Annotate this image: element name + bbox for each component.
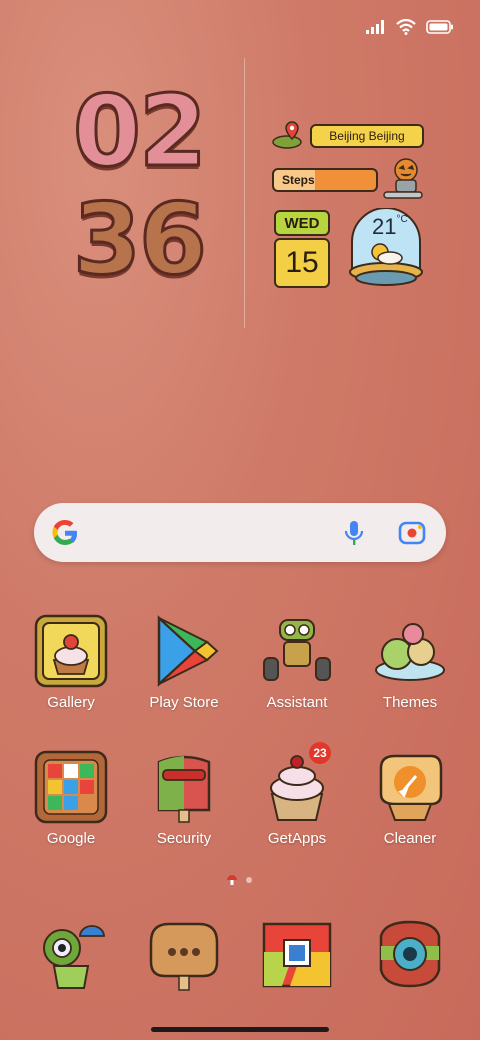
- steps-label: Steps: [282, 173, 315, 187]
- steps-bar[interactable]: Steps: [272, 168, 378, 192]
- app-assistant[interactable]: Assistant: [245, 612, 349, 711]
- google-icon: [52, 519, 78, 545]
- messages-icon[interactable]: [145, 916, 223, 994]
- app-label: GetApps: [267, 830, 327, 847]
- lens-icon[interactable]: [398, 520, 426, 546]
- app-label: Cleaner: [383, 830, 437, 847]
- camera-icon[interactable]: [371, 916, 449, 994]
- app-label: Themes: [382, 694, 438, 711]
- signal-icon: [366, 20, 384, 34]
- temperature-unit: °C: [396, 214, 408, 225]
- weekday-label: WED: [274, 210, 330, 236]
- app-cleaner[interactable]: Cleaner: [358, 748, 462, 847]
- date-label: 15: [274, 238, 330, 288]
- clock-widget[interactable]: 0 2 3 6: [71, 75, 208, 298]
- play-store-icon: [157, 615, 219, 687]
- app-label: Google: [46, 830, 96, 847]
- assistant-robot-icon: [263, 619, 331, 681]
- ice-cream-bowl-icon: [375, 623, 445, 681]
- app-label: Gallery: [47, 694, 95, 711]
- wifi-icon: [396, 19, 416, 35]
- app-label: Security: [156, 830, 212, 847]
- mushroom-page-icon: [227, 875, 237, 885]
- notification-badge: 23: [309, 742, 331, 764]
- chrome-icon[interactable]: [258, 916, 336, 994]
- app-label: Play Store: [149, 694, 219, 711]
- widget-divider: [244, 58, 245, 328]
- app-label: Assistant: [266, 694, 328, 711]
- phone-icon[interactable]: [32, 916, 110, 994]
- clock-hour-digit-1: 0: [71, 75, 142, 189]
- page-dot: [246, 877, 252, 883]
- app-security[interactable]: Security: [132, 748, 236, 847]
- app-google[interactable]: Google: [19, 748, 123, 847]
- app-themes[interactable]: Themes: [358, 612, 462, 711]
- clock-hour-digit-2: 2: [137, 75, 208, 189]
- google-folder-icon: [34, 750, 108, 824]
- temperature-value: 21: [372, 214, 397, 239]
- gallery-icon: [34, 614, 108, 688]
- location-pin-icon: [272, 121, 302, 149]
- location-label[interactable]: Beijing Beijing: [310, 124, 424, 148]
- google-search-bar[interactable]: [34, 503, 446, 562]
- home-gesture-bar[interactable]: [151, 1027, 329, 1032]
- security-popsicle-icon: [157, 755, 211, 823]
- status-bar: [366, 14, 454, 40]
- app-play-store[interactable]: Play Store: [132, 612, 236, 711]
- temperature-readout: 21°C: [372, 214, 408, 240]
- clock-minute-digit-2: 6: [137, 183, 208, 297]
- pumpkin-robot-icon: [383, 158, 423, 199]
- page-indicator[interactable]: [226, 874, 252, 886]
- cleaner-icon: [379, 754, 443, 821]
- battery-icon: [426, 20, 453, 34]
- clock-minute-digit-1: 3: [71, 183, 142, 297]
- app-gallery[interactable]: Gallery: [19, 612, 123, 711]
- mic-icon[interactable]: [342, 519, 366, 547]
- app-getapps[interactable]: 23 GetApps: [245, 742, 349, 847]
